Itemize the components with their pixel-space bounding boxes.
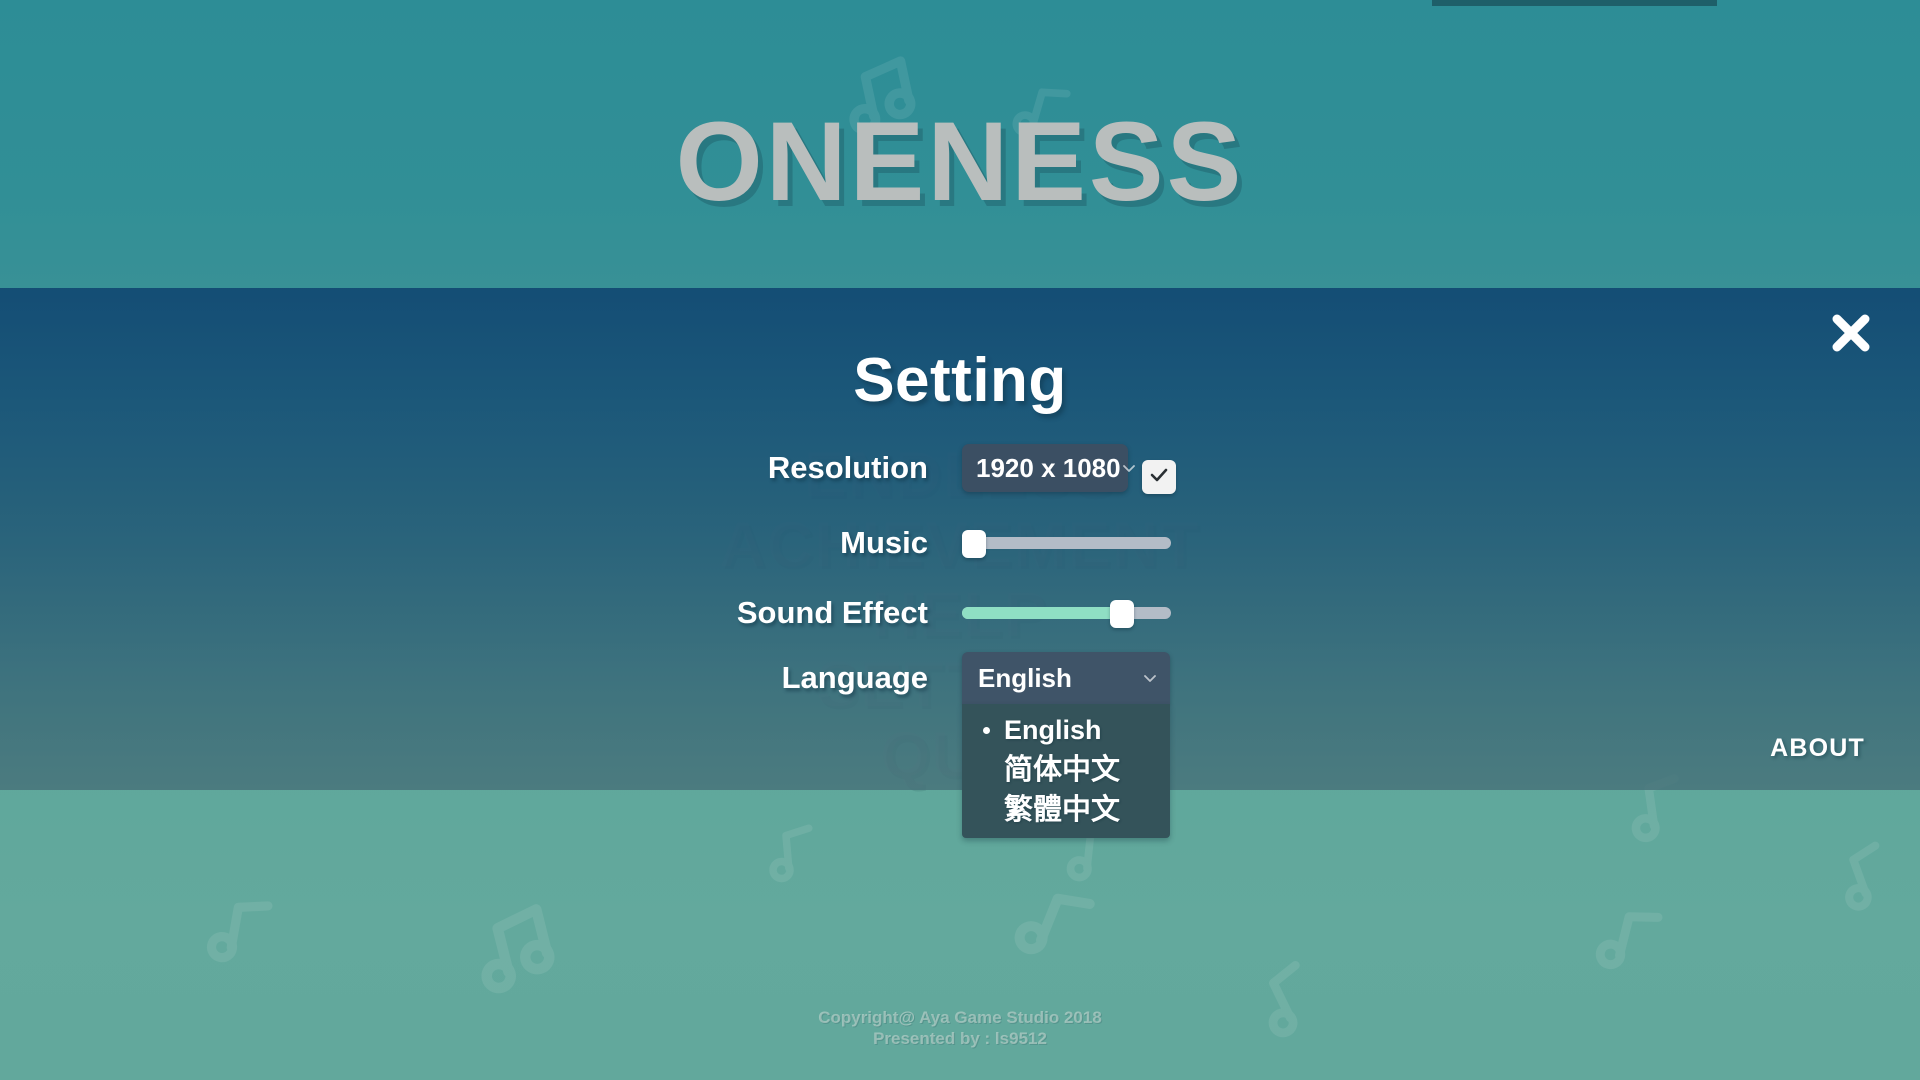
- music-slider-track: [962, 537, 1171, 549]
- selected-indicator-icon: [983, 727, 990, 734]
- settings-row-language: Language English: [0, 652, 1920, 704]
- language-option-simplified-chinese[interactable]: 简体中文: [962, 750, 1170, 790]
- resolution-value: 1920 x 1080: [976, 452, 1121, 483]
- sound-effect-label: Sound Effect: [736, 595, 928, 630]
- resolution-control: 1920 x 1080: [962, 442, 1135, 494]
- language-control: English: [962, 652, 1170, 704]
- music-slider-knob[interactable]: [962, 530, 986, 558]
- music-label: Music: [840, 525, 928, 560]
- language-select[interactable]: English: [962, 652, 1170, 704]
- footer-credits: Copyright@ Aya Game Studio 2018 Presente…: [0, 1007, 1920, 1049]
- language-option-label: 繁體中文: [1004, 794, 1121, 826]
- game-screen: ONENESS ENDLESS ACHIEVEMENT HELP SETTING…: [0, 0, 1920, 1080]
- settings-row-sound-effect: Sound Effect: [0, 587, 1920, 639]
- sound-effect-slider-fill: [962, 607, 1122, 619]
- music-note-icon: [757, 817, 831, 891]
- resolution-label: Resolution: [767, 450, 928, 485]
- music-note-icon: [1820, 830, 1915, 925]
- language-option-english[interactable]: English: [962, 710, 1170, 750]
- music-note-icon: [1581, 891, 1680, 990]
- check-icon: [1148, 464, 1170, 491]
- music-note-icon: [460, 890, 576, 1006]
- fullscreen-checkbox[interactable]: [1142, 460, 1176, 494]
- language-option-label: 简体中文: [1004, 754, 1121, 786]
- music-note-icon: [193, 883, 290, 980]
- footer-presented-by: Presented by : ls9512: [873, 1029, 1047, 1048]
- footer-copyright: Copyright@ Aya Game Studio 2018: [818, 1008, 1102, 1027]
- language-value: English: [978, 662, 1072, 693]
- chevron-down-icon: [1121, 460, 1137, 476]
- music-control: [962, 517, 1171, 569]
- sound-effect-control: [962, 587, 1171, 639]
- sound-effect-slider[interactable]: [962, 587, 1171, 639]
- top-edge-sliver: [1432, 0, 1717, 6]
- settings-row-resolution: Resolution 1920 x 1080: [0, 442, 1920, 494]
- music-note-icon: [996, 866, 1116, 986]
- resolution-select[interactable]: 1920 x 1080: [962, 444, 1135, 492]
- music-slider[interactable]: [962, 517, 1171, 569]
- about-button[interactable]: ABOUT: [1770, 734, 1865, 763]
- language-option-traditional-chinese[interactable]: 繁體中文: [962, 790, 1170, 830]
- language-option-label: English: [1004, 715, 1102, 745]
- language-label: Language: [781, 660, 928, 695]
- settings-title: Setting: [853, 346, 1067, 415]
- settings-row-music: Music: [0, 517, 1920, 569]
- language-dropdown-list: English 简体中文 繁體中文: [962, 704, 1170, 838]
- chevron-down-icon: [1142, 670, 1158, 686]
- sound-effect-slider-knob[interactable]: [1110, 600, 1134, 628]
- game-title: ONENESS: [675, 99, 1245, 224]
